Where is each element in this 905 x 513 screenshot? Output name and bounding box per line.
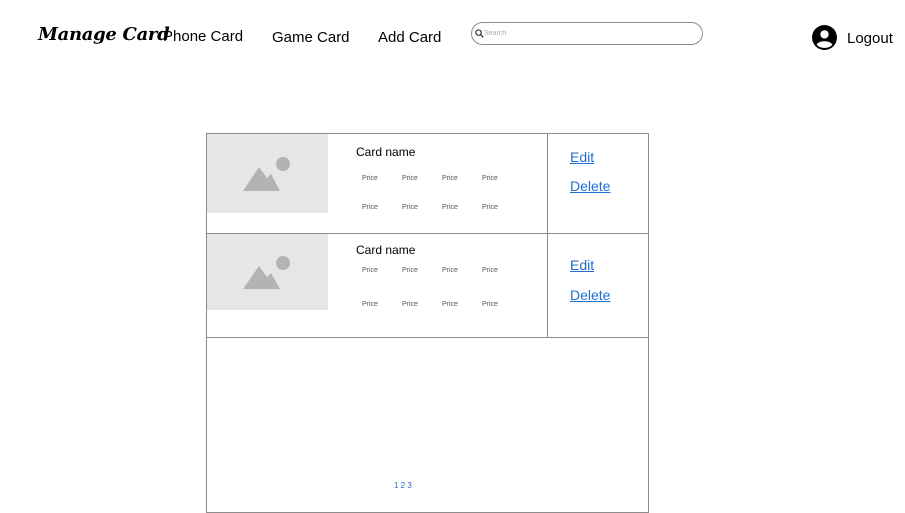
card-price: Price [362,204,378,211]
delete-link[interactable]: Delete [570,178,610,194]
nav-game-card[interactable]: Game Card [272,29,350,46]
delete-link[interactable]: Delete [570,287,610,303]
card-price: Price [402,175,418,182]
card-price: Price [362,267,378,274]
card-price: Price [362,175,378,182]
card-name: Card name [356,145,416,159]
pagination[interactable]: 1 2 3 [394,481,412,490]
card-price: Price [402,267,418,274]
nav-phone-card[interactable]: Phone Card [163,28,243,45]
card-price: Price [402,204,418,211]
search-bar[interactable] [471,22,703,45]
card-image [207,234,328,310]
card-price: Price [362,301,378,308]
card-price: Price [482,175,498,182]
card-price: Price [442,267,458,274]
brand-title: Manage Card [38,24,170,45]
user-avatar[interactable] [812,25,837,55]
card-price: Price [442,175,458,182]
edit-link[interactable]: Edit [570,257,594,273]
image-placeholder-icon [243,256,290,289]
edit-link[interactable]: Edit [570,149,594,165]
nav-add-card[interactable]: Add Card [378,29,441,46]
column-divider [547,134,548,233]
column-divider [547,234,548,337]
card-row: Card name Price Price Price Price Price … [207,134,648,234]
card-price: Price [482,301,498,308]
card-name: Card name [356,243,416,257]
card-price: Price [442,301,458,308]
card-list-panel: Card name Price Price Price Price Price … [206,133,649,513]
card-price: Price [402,301,418,308]
logout-link[interactable]: Logout [847,30,893,47]
card-price: Price [442,204,458,211]
card-row: Card name Price Price Price Price Price … [207,234,648,338]
card-image [207,134,328,213]
user-circle-icon [812,25,837,50]
card-price: Price [482,204,498,211]
search-input[interactable] [484,26,684,41]
search-icon [475,29,484,38]
card-price: Price [482,267,498,274]
image-placeholder-icon [243,157,290,191]
